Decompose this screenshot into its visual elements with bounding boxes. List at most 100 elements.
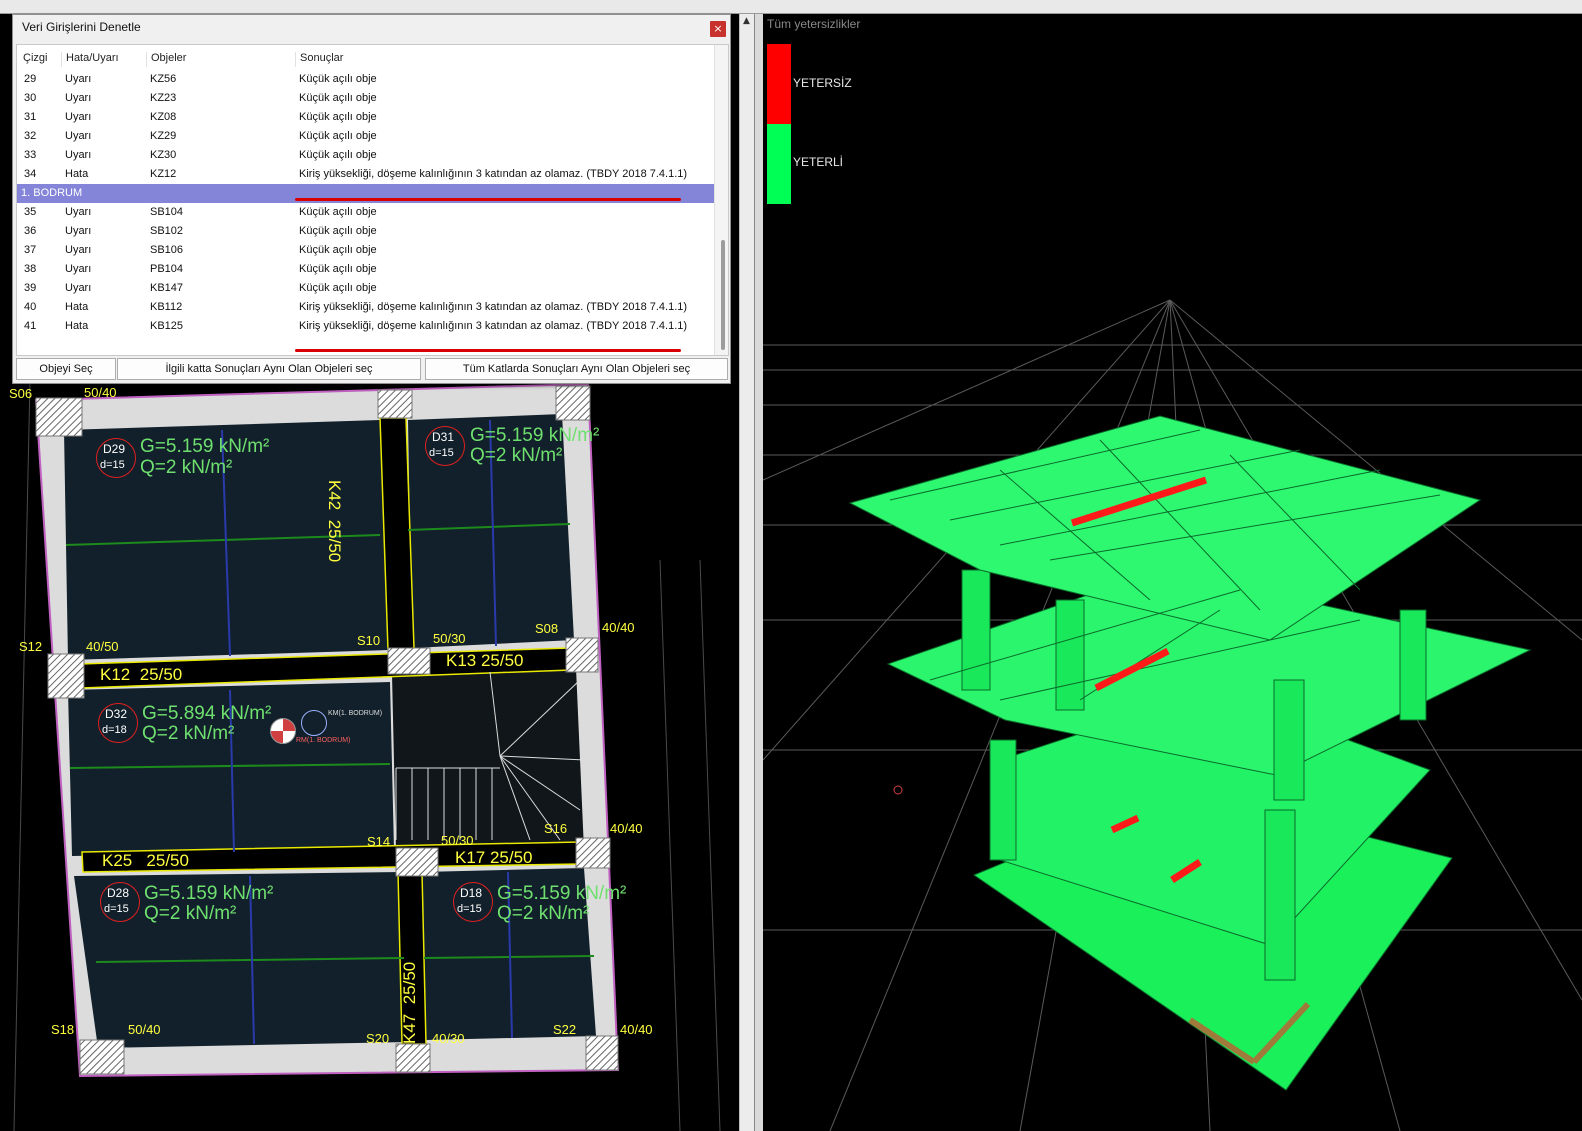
column-label[interactable]: S16 bbox=[544, 821, 567, 836]
table-row[interactable]: 29 Uyarı KZ56 Küçük açılı obje bbox=[17, 70, 714, 89]
table-row[interactable]: 31 Uyarı KZ08 Küçük açılı obje bbox=[17, 108, 714, 127]
cell-object: SB104 bbox=[150, 206, 184, 218]
table-row[interactable]: 37 Uyarı SB106 Küçük açılı obje bbox=[17, 241, 714, 260]
cell-object: KB125 bbox=[150, 320, 184, 332]
column-dimension: 50/30 bbox=[441, 833, 474, 848]
slab-id: D28 bbox=[107, 886, 130, 900]
beam-label-k12[interactable]: K12 25/50 bbox=[100, 665, 182, 685]
scrollbar-thumb[interactable] bbox=[721, 240, 725, 350]
column-header-objects[interactable]: Objeler bbox=[146, 52, 186, 67]
column-label[interactable]: S14 bbox=[367, 834, 390, 849]
error-underline bbox=[295, 198, 681, 201]
column-label[interactable]: S06 bbox=[9, 386, 32, 401]
table-row[interactable]: 40 Hata KB112 Kiriş yüksekliği, döşeme k… bbox=[17, 298, 714, 317]
column-label[interactable]: S12 bbox=[19, 639, 42, 654]
column-label[interactable]: S10 bbox=[357, 633, 380, 648]
cell-line: 38 bbox=[24, 263, 37, 275]
slab-dead-load: G=5.894 kN/m² bbox=[142, 703, 272, 724]
column-header-type[interactable]: Hata/Uyarı bbox=[61, 52, 119, 67]
cell-line: 29 bbox=[24, 73, 37, 85]
table-row[interactable]: 32 Uyarı KZ29 Küçük açılı obje bbox=[17, 127, 714, 146]
cell-line: 34 bbox=[24, 168, 37, 180]
slab-id: D32 bbox=[105, 707, 128, 721]
select-same-floor-button[interactable]: İlgili katta Sonuçları Aynı Olan Objeler… bbox=[117, 358, 421, 380]
table-row[interactable]: 38 Uyarı PB104 Küçük açılı obje bbox=[17, 260, 714, 279]
cell-object: KZ12 bbox=[150, 168, 177, 180]
slab-live-load: Q=2 kN/m² bbox=[144, 903, 237, 924]
rigidity-center-icon[interactable] bbox=[270, 718, 296, 744]
select-object-button[interactable]: Objeyi Seç bbox=[16, 358, 116, 380]
error-underline bbox=[295, 349, 681, 352]
cell-line: 33 bbox=[24, 149, 37, 161]
cell-line: 30 bbox=[24, 92, 37, 104]
column-label[interactable]: S18 bbox=[51, 1022, 74, 1037]
slab-dead-load: G=5.159 kN/m² bbox=[144, 883, 274, 904]
legend-label-insufficient: YETERSİZ bbox=[793, 76, 852, 90]
cell-line: 35 bbox=[24, 206, 37, 218]
legend-label-sufficient: YETERLİ bbox=[793, 155, 844, 169]
slab-dead-load: G=5.159 kN/m² bbox=[140, 436, 270, 457]
scroll-up-icon[interactable]: ▲ bbox=[743, 16, 750, 26]
check-inputs-dialog: Veri Girişlerini Denetle × Çizgi Hata/Uy… bbox=[12, 14, 731, 384]
column-dimension: 50/30 bbox=[433, 631, 466, 646]
view-3d-title: Tüm yetersizlikler bbox=[767, 17, 861, 31]
cell-object: KZ29 bbox=[150, 130, 177, 142]
view-3d[interactable]: Tüm yetersizlikler YETERSİZ YETERLİ bbox=[763, 14, 1582, 1131]
table-header: Çizgi Hata/Uyarı Objeler Sonuçlar bbox=[17, 45, 728, 70]
cell-type: Uyarı bbox=[65, 282, 92, 294]
beam-label-k25[interactable]: K25 25/50 bbox=[102, 851, 189, 871]
slab-live-load: Q=2 kN/m² bbox=[142, 723, 235, 744]
column-dimension: 50/40 bbox=[84, 385, 117, 400]
cell-object: KZ56 bbox=[150, 73, 177, 85]
cell-line: 31 bbox=[24, 111, 37, 123]
plan-scrollbar[interactable]: ▲ bbox=[739, 14, 755, 1131]
results-table[interactable]: Çizgi Hata/Uyarı Objeler Sonuçlar 29 Uya… bbox=[16, 44, 729, 356]
beam-label-k13[interactable]: K13 25/50 bbox=[446, 651, 524, 671]
cell-result: Küçük açılı obje bbox=[299, 225, 377, 237]
close-icon[interactable]: × bbox=[710, 21, 726, 37]
cell-result: Küçük açılı obje bbox=[299, 263, 377, 275]
slab-thickness: d=15 bbox=[100, 459, 125, 471]
cell-result: Küçük açılı obje bbox=[299, 149, 377, 161]
cell-type: Uyarı bbox=[65, 263, 92, 275]
table-row[interactable]: 36 Uyarı SB102 Küçük açılı obje bbox=[17, 222, 714, 241]
column-dimension: 50/40 bbox=[128, 1022, 161, 1037]
rm-label: RM(1. BODRUM) bbox=[296, 737, 351, 744]
slab-live-load: Q=2 kN/m² bbox=[497, 903, 590, 924]
legend-swatch-sufficient bbox=[767, 124, 791, 204]
beam-label-k47[interactable]: K47 25/50 bbox=[400, 962, 420, 1044]
table-row[interactable]: 30 Uyarı KZ23 Küçük açılı obje bbox=[17, 89, 714, 108]
cell-object: KZ30 bbox=[150, 149, 177, 161]
toolbar bbox=[0, 0, 1582, 14]
cell-line: 37 bbox=[24, 244, 37, 256]
beam-label-k42[interactable]: K42 25/50 bbox=[324, 480, 344, 562]
table-row[interactable]: 41 Hata KB125 Kiriş yüksekliği, döşeme k… bbox=[17, 317, 714, 336]
slab-thickness: d=15 bbox=[457, 903, 482, 915]
cell-result: Küçük açılı obje bbox=[299, 130, 377, 142]
beam-label-k17[interactable]: K17 25/50 bbox=[455, 848, 533, 868]
table-row[interactable]: 35 Uyarı SB104 Küçük açılı obje bbox=[17, 203, 714, 222]
slab-live-load: Q=2 kN/m² bbox=[470, 445, 563, 466]
cell-line: 40 bbox=[24, 301, 37, 313]
table-row[interactable]: 33 Uyarı KZ30 Küçük açılı obje bbox=[17, 146, 714, 165]
table-row[interactable]: 39 Uyarı KB147 Küçük açılı obje bbox=[17, 279, 714, 298]
slab-live-load: Q=2 kN/m² bbox=[140, 457, 233, 478]
column-header-results[interactable]: Sonuçlar bbox=[295, 52, 343, 67]
column-header-line[interactable]: Çizgi bbox=[19, 52, 47, 67]
column-label[interactable]: S20 bbox=[366, 1031, 389, 1046]
mass-center-icon[interactable] bbox=[301, 710, 327, 736]
cell-object: PB104 bbox=[150, 263, 184, 275]
table-scrollbar[interactable] bbox=[714, 45, 728, 355]
cell-result: Küçük açılı obje bbox=[299, 244, 377, 256]
table-row[interactable]: 34 Hata KZ12 Kiriş yüksekliği, döşeme ka… bbox=[17, 165, 714, 184]
cell-result: Küçük açılı obje bbox=[299, 111, 377, 123]
column-dimension: 40/40 bbox=[610, 821, 643, 836]
slab-dead-load: G=5.159 kN/m² bbox=[497, 883, 627, 904]
cell-object: SB102 bbox=[150, 225, 184, 237]
slab-thickness: d=15 bbox=[429, 447, 454, 459]
cell-type: Uyarı bbox=[65, 111, 92, 123]
column-label[interactable]: S08 bbox=[535, 621, 558, 636]
column-label[interactable]: S22 bbox=[553, 1022, 576, 1037]
slab-thickness: d=15 bbox=[104, 903, 129, 915]
select-all-floors-button[interactable]: Tüm Katlarda Sonuçları Aynı Olan Objeler… bbox=[425, 358, 728, 380]
